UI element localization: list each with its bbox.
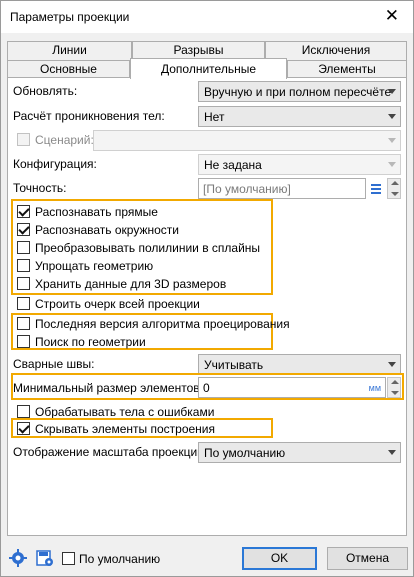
min-size-spinner[interactable] bbox=[387, 377, 401, 398]
welds-value: Учитывать bbox=[204, 358, 264, 372]
configuration-value: Не задана bbox=[204, 158, 262, 172]
dialog-window: Параметры проекции ✕ Линии Разрывы Исклю… bbox=[0, 0, 414, 577]
accuracy-label: Точность: bbox=[13, 181, 67, 195]
chevron-down-icon bbox=[388, 450, 396, 455]
list-icon[interactable] bbox=[367, 178, 385, 199]
window-title: Параметры проекции bbox=[10, 10, 130, 24]
spin-up-icon bbox=[391, 181, 399, 185]
latest-algorithm-label: Последняя версия алгоритма проецирования bbox=[35, 317, 290, 331]
polylines-to-splines-checkbox[interactable] bbox=[17, 241, 30, 254]
update-label: Обновлять: bbox=[13, 84, 78, 98]
spin-down-icon bbox=[391, 391, 399, 395]
process-errors-label: Обрабатывать тела с ошибками bbox=[35, 405, 215, 419]
scenario-label: Сценарий: bbox=[35, 133, 94, 147]
scale-display-value: По умолчанию bbox=[204, 446, 286, 460]
ok-button[interactable]: OK bbox=[242, 547, 317, 570]
welds-select[interactable]: Учитывать bbox=[198, 354, 401, 375]
recognize-lines-label: Распознавать прямые bbox=[35, 205, 158, 219]
update-value: Вручную и при полном пересчёте bbox=[204, 85, 392, 99]
chevron-down-icon bbox=[388, 114, 396, 119]
recognize-circles-label: Распознавать окружности bbox=[35, 223, 179, 237]
save-defaults-icon[interactable] bbox=[35, 548, 55, 568]
chevron-down-icon bbox=[388, 162, 396, 167]
geometry-search-checkbox[interactable] bbox=[17, 335, 30, 348]
accuracy-placeholder: [По умолчанию] bbox=[203, 182, 291, 196]
configuration-select[interactable]: Не задана bbox=[198, 154, 401, 175]
hide-construction-label: Скрывать элементы построения bbox=[35, 422, 216, 436]
chevron-down-icon bbox=[388, 89, 396, 94]
scale-display-label: Отображение масштаба проекции: bbox=[13, 445, 208, 459]
store-3d-data-checkbox[interactable] bbox=[17, 277, 30, 290]
recognize-lines-checkbox[interactable] bbox=[17, 205, 30, 218]
settings-gear-icon[interactable] bbox=[8, 548, 28, 568]
process-errors-checkbox[interactable] bbox=[17, 405, 30, 418]
configuration-label: Конфигурация: bbox=[13, 157, 97, 171]
geometry-search-label: Поиск по геометрии bbox=[35, 335, 146, 349]
penetration-value: Нет bbox=[204, 110, 225, 124]
spin-down-icon bbox=[391, 192, 399, 196]
hide-construction-checkbox[interactable] bbox=[17, 422, 30, 435]
recognize-circles-checkbox[interactable] bbox=[17, 223, 30, 236]
penetration-select[interactable]: Нет bbox=[198, 106, 401, 127]
cancel-button[interactable]: Отмена bbox=[327, 547, 408, 570]
min-size-unit: мм bbox=[368, 383, 381, 393]
min-size-label: Минимальный размер элементов: bbox=[13, 381, 203, 395]
latest-algorithm-checkbox[interactable] bbox=[17, 317, 30, 330]
scenario-select[interactable] bbox=[93, 130, 401, 151]
welds-label: Сварные швы: bbox=[13, 357, 95, 371]
tab-lines[interactable]: Линии bbox=[7, 41, 132, 60]
penetration-label: Расчёт проникновения тел: bbox=[13, 109, 165, 123]
tab-panel: Обновлять: Вручную и при полном пересчёт… bbox=[7, 77, 407, 536]
simplify-geometry-checkbox[interactable] bbox=[17, 259, 30, 272]
accuracy-input[interactable]: [По умолчанию] bbox=[198, 178, 366, 199]
chevron-down-icon bbox=[388, 138, 396, 143]
simplify-geometry-label: Упрощать геометрию bbox=[35, 259, 154, 273]
default-label: По умолчанию bbox=[79, 552, 161, 566]
default-checkbox[interactable] bbox=[62, 552, 75, 565]
min-size-value: 0 bbox=[203, 381, 210, 395]
polylines-to-splines-label: Преобразовывать полилинии в сплайны bbox=[35, 241, 261, 255]
min-size-input[interactable]: 0 мм bbox=[198, 377, 386, 398]
close-icon[interactable]: ✕ bbox=[385, 6, 399, 26]
title-bar: Параметры проекции ✕ bbox=[1, 1, 413, 33]
tab-additional[interactable]: Дополнительные bbox=[130, 58, 287, 79]
chevron-down-icon bbox=[388, 362, 396, 367]
update-select[interactable]: Вручную и при полном пересчёте bbox=[198, 81, 401, 102]
store-3d-data-label: Хранить данные для 3D размеров bbox=[35, 277, 227, 291]
accuracy-spinner[interactable] bbox=[387, 178, 401, 199]
spin-up-icon bbox=[391, 380, 399, 384]
scale-display-select[interactable]: По умолчанию bbox=[198, 442, 401, 463]
build-outline-checkbox[interactable] bbox=[17, 297, 30, 310]
build-outline-label: Строить очерк всей проекции bbox=[35, 297, 200, 311]
scenario-checkbox[interactable] bbox=[17, 133, 30, 146]
